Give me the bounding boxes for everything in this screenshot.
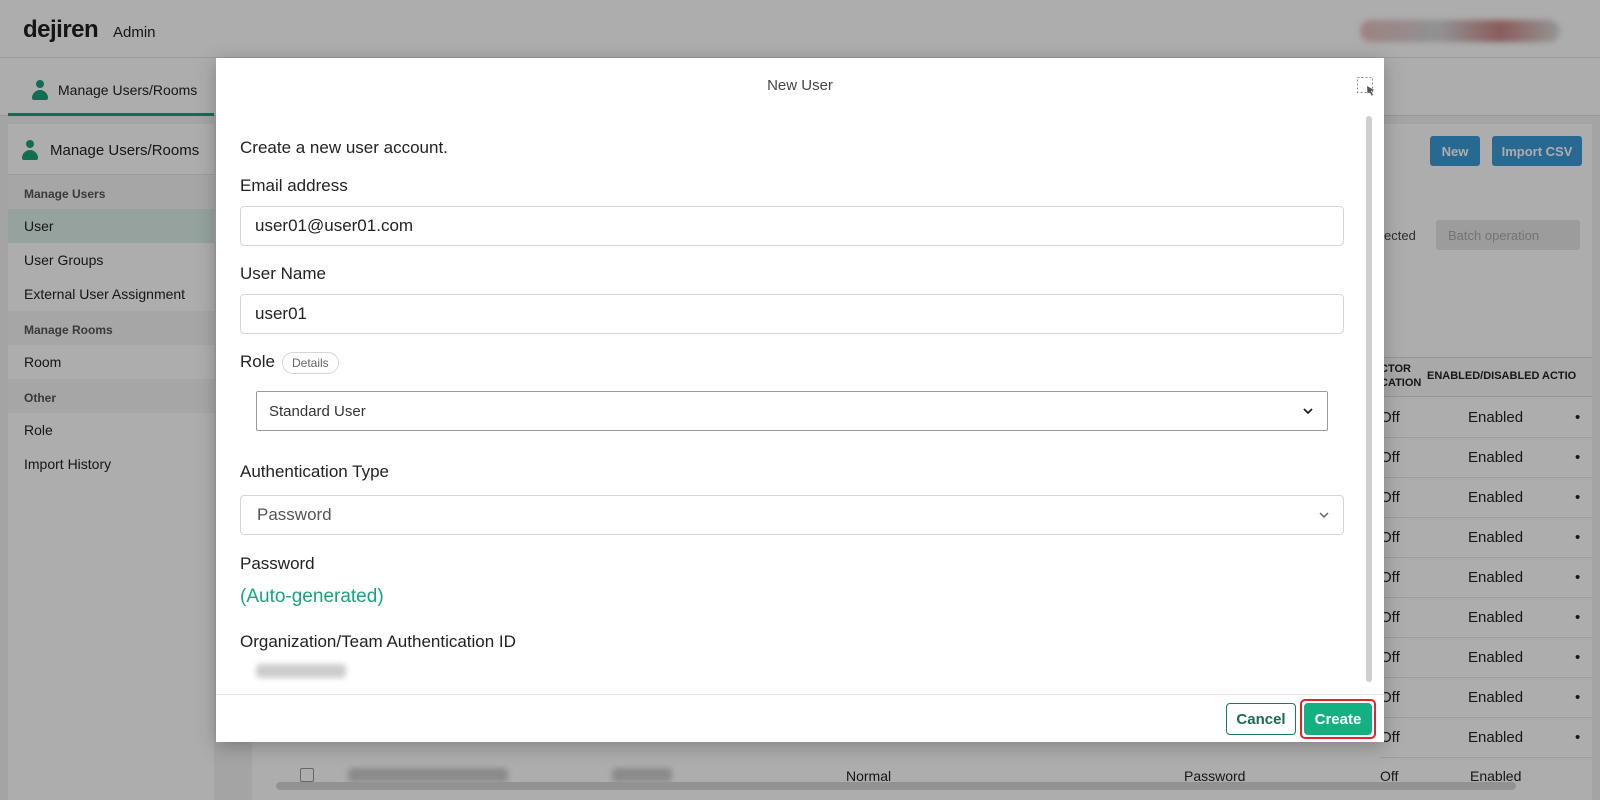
modal-scrollbar-thumb[interactable] [1366,116,1372,682]
chevron-down-icon [1303,408,1313,415]
username-field[interactable]: user01 [240,294,1344,334]
auth-type-select[interactable]: Password [240,495,1344,535]
role-select[interactable]: Standard User [256,391,1328,431]
role-details-button[interactable]: Details [282,352,339,374]
resize-icon[interactable] [1356,76,1376,96]
cancel-button[interactable]: Cancel [1226,703,1296,735]
email-label: Email address [240,176,348,195]
modal-header: New User [216,58,1384,112]
modal-intro: Create a new user account. [240,138,448,157]
auth-type-label: Authentication Type [240,462,390,481]
org-id-label: Organization/Team Authentication ID [240,632,516,651]
modal-title: New User [767,76,833,94]
create-button[interactable]: Create [1304,703,1372,735]
modal-scrollbar[interactable] [1366,116,1372,682]
auth-type-value: Password [257,505,332,524]
role-select-value: Standard User [269,402,366,420]
password-auto-generated: (Auto-generated) [240,586,384,607]
username-label: User Name [240,264,326,283]
new-user-modal: New User Create a new user account. Emai… [216,58,1384,742]
org-id-blurred [256,664,346,678]
modal-footer: Cancel Create [216,694,1384,742]
role-label: Role [240,352,275,371]
chevron-down-icon [1319,512,1329,519]
create-button-highlight: Create [1300,699,1376,739]
email-field[interactable]: user01@user01.com [240,206,1344,246]
password-label: Password [240,554,315,573]
